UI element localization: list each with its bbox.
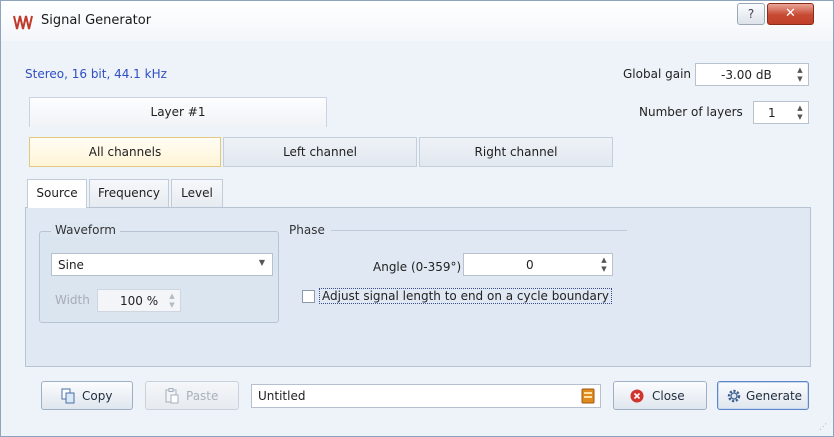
- title-bar[interactable]: Signal Generator ? ✕: [1, 1, 833, 41]
- phase-group-label: Phase: [289, 223, 325, 237]
- generate-button-label: Generate: [746, 389, 803, 403]
- tab-source[interactable]: Source: [27, 179, 87, 208]
- copy-icon: [61, 388, 75, 404]
- spin-arrows-icon[interactable]: ▲ ▼: [166, 292, 178, 310]
- copy-button[interactable]: Copy: [41, 381, 133, 410]
- window-title: Signal Generator: [41, 13, 152, 28]
- angle-spinner[interactable]: 0 ▲ ▼: [463, 253, 613, 276]
- chevron-down-icon[interactable]: ▼: [259, 258, 265, 267]
- book-icon[interactable]: [581, 388, 595, 404]
- number-of-layers-label: Number of layers: [639, 105, 743, 119]
- paste-icon: [165, 388, 179, 404]
- tab-layer-1[interactable]: Layer #1: [29, 97, 327, 127]
- signal-name-input[interactable]: Untitled: [251, 384, 601, 408]
- tab-left-channel[interactable]: Left channel: [223, 137, 417, 167]
- paste-button[interactable]: Paste: [145, 381, 239, 410]
- window-close-button[interactable]: ✕: [767, 3, 814, 25]
- waveform-selected-value[interactable]: Sine: [58, 258, 84, 272]
- tab-right-channel[interactable]: Right channel: [419, 137, 613, 167]
- paste-button-label: Paste: [186, 389, 219, 403]
- resize-grip-icon[interactable]: ⋰: [819, 422, 829, 432]
- global-gain-value[interactable]: -3.00 dB: [721, 68, 772, 82]
- tab-frequency[interactable]: Frequency: [89, 179, 169, 207]
- width-value[interactable]: 100 %: [120, 294, 158, 308]
- close-button-label: Close: [652, 389, 685, 403]
- angle-value[interactable]: 0: [526, 258, 534, 272]
- signal-generator-window: Signal Generator ? ✕ Stereo, 16 bit, 44.…: [0, 0, 834, 437]
- spin-arrows-icon[interactable]: ▲ ▼: [794, 104, 806, 122]
- audio-format-label: Stereo, 16 bit, 44.1 kHz: [25, 67, 167, 81]
- spin-arrows-icon[interactable]: ▲ ▼: [598, 256, 610, 274]
- waveform-group-label: Waveform: [51, 223, 120, 237]
- angle-label: Angle (0-359°): [373, 260, 462, 274]
- waveform-select[interactable]: Sine ▼: [51, 253, 273, 276]
- phase-divider: [331, 230, 627, 231]
- adjust-length-label[interactable]: Adjust signal length to end on a cycle b…: [319, 288, 612, 304]
- global-gain-label: Global gain: [623, 67, 692, 81]
- close-button[interactable]: Close: [613, 381, 707, 410]
- generate-button[interactable]: Generate: [717, 381, 809, 410]
- tab-level[interactable]: Level: [171, 179, 223, 207]
- gear-icon: [727, 389, 741, 403]
- waveform-icon: [13, 15, 33, 30]
- help-button[interactable]: ?: [737, 3, 765, 25]
- signal-name-value[interactable]: Untitled: [258, 389, 305, 403]
- adjust-length-checkbox[interactable]: [302, 290, 315, 303]
- number-of-layers-value[interactable]: 1: [768, 106, 776, 120]
- width-label: Width: [55, 293, 90, 307]
- global-gain-spinner[interactable]: -3.00 dB ▲ ▼: [695, 63, 809, 86]
- copy-button-label: Copy: [82, 389, 113, 403]
- number-of-layers-spinner[interactable]: 1 ▲ ▼: [753, 101, 809, 124]
- tab-all-channels[interactable]: All channels: [29, 137, 221, 167]
- spin-arrows-icon[interactable]: ▲ ▼: [794, 66, 806, 84]
- close-circle-icon: [630, 389, 644, 403]
- width-spinner[interactable]: 100 % ▲ ▼: [97, 289, 181, 312]
